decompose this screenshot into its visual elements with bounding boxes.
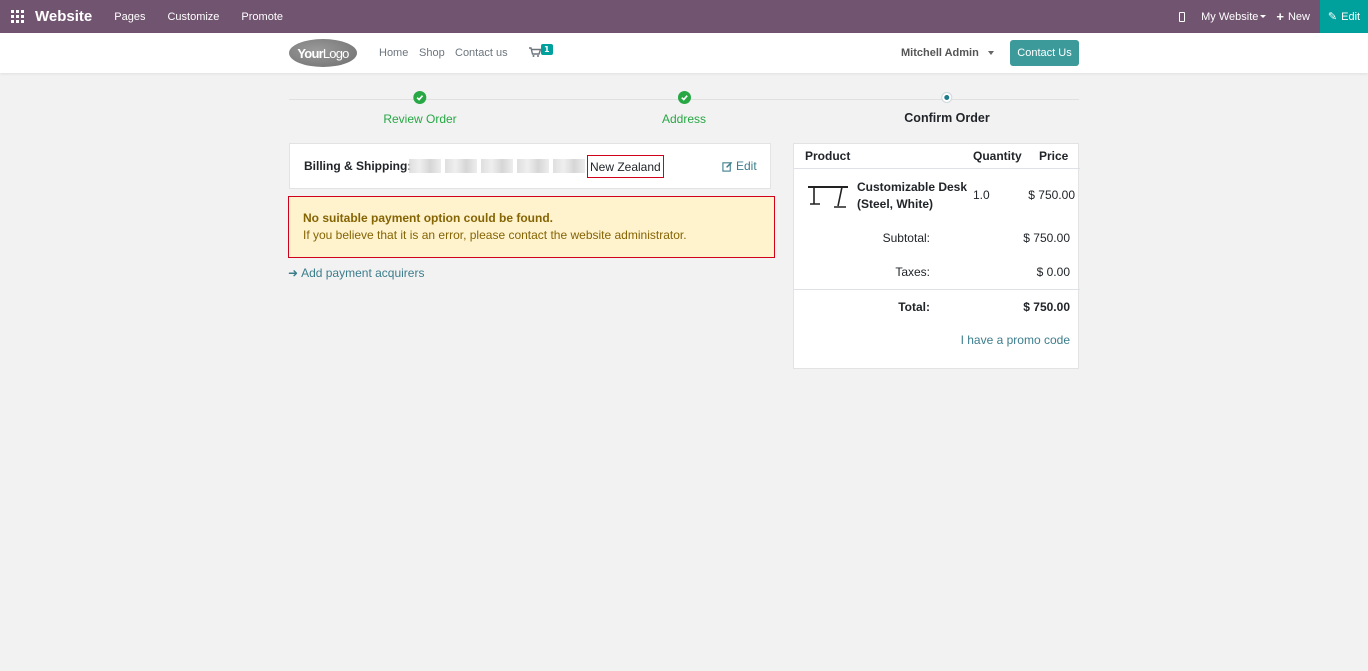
step-label: Review Order [383,112,457,126]
billing-country: New Zealand [587,155,664,178]
cart-icon[interactable] [529,47,541,57]
edit-button[interactable]: ✎ Edit [1320,0,1368,33]
site-logo[interactable]: Your Logo [289,39,357,67]
edit-icon [722,161,733,172]
product-image[interactable] [806,182,850,212]
menu-pages[interactable]: Pages [114,11,145,23]
total-label: Total: [898,300,930,314]
cart-count-badge[interactable]: 1 [541,44,553,55]
product-name[interactable]: Customizable Desk (Steel, White) [857,179,969,213]
plus-icon: + [1276,9,1284,24]
nav-contact-us[interactable]: Contact us [455,47,508,59]
redacted-address [409,159,585,173]
website-selector-label: My Website [1201,10,1259,23]
caret-down-icon [987,51,994,55]
product-quantity: 1.0 [973,188,990,202]
add-payment-acquirers-link[interactable]: ➜ Add payment acquirers [288,266,424,280]
nav-shop[interactable]: Shop [419,47,445,59]
logo-text-bold: Your [297,45,323,61]
menu-promote[interactable]: Promote [241,11,283,23]
step-address[interactable]: Address [662,91,706,126]
taxes-value: $ 0.00 [1036,265,1070,279]
site-header: Your Logo Home Shop Contact us 1 Mitchell… [0,33,1368,73]
total-divider [794,289,1080,290]
caret-down-icon [1260,15,1267,18]
billing-shipping-card: Billing & Shipping: New Zealand Edit [289,143,771,189]
check-icon [413,91,427,104]
logo-text-thin: Logo [322,45,350,61]
header-divider [794,168,1080,169]
column-product: Product [805,149,851,163]
promo-code-link[interactable]: I have a promo code [961,333,1070,347]
user-menu[interactable]: Mitchell Admin [901,47,994,59]
apps-grid-icon[interactable] [11,9,25,24]
admin-topbar: Website Pages Customize Promote My Websi… [0,0,1368,33]
arrow-right-icon: ➜ [288,266,299,280]
current-step-icon [941,92,953,103]
menu-customize[interactable]: Customize [167,11,219,23]
mobile-preview-icon[interactable] [1179,11,1186,22]
product-price: $ 750.00 [1028,188,1075,202]
website-selector[interactable]: My Website [1201,10,1267,23]
alert-text: If you believe that it is an error, plea… [303,228,687,242]
column-quantity: Quantity [973,149,1022,163]
order-summary: Product Quantity Price Customizable Desk… [793,143,1080,369]
step-confirm-order: Confirm Order [904,91,990,125]
contact-us-button[interactable]: Contact Us [1010,40,1079,66]
app-name[interactable]: Website [35,8,92,25]
check-icon [677,91,691,104]
billing-label: Billing & Shipping: [304,159,412,173]
pencil-icon: ✎ [1327,11,1338,23]
user-name: Mitchell Admin [901,47,979,59]
taxes-label: Taxes: [895,265,930,279]
billing-edit-label: Edit [736,159,757,173]
step-review-order[interactable]: Review Order [383,91,457,126]
new-button-label: New [1287,10,1310,23]
step-label: Confirm Order [904,111,990,125]
edit-button-label: Edit [1341,10,1361,23]
subtotal-label: Subtotal: [882,231,930,245]
payment-warning-alert: No suitable payment option could be foun… [288,196,775,258]
step-label: Address [661,112,707,126]
column-price: Price [1039,149,1069,163]
new-button[interactable]: + New [1276,9,1310,24]
nav-home[interactable]: Home [379,47,408,59]
billing-edit-link[interactable]: Edit [722,159,757,173]
alert-title: No suitable payment option could be foun… [303,211,553,225]
subtotal-value: $ 750.00 [1023,231,1070,245]
total-value: $ 750.00 [1023,300,1070,314]
add-payment-acquirers-label: Add payment acquirers [301,266,425,280]
